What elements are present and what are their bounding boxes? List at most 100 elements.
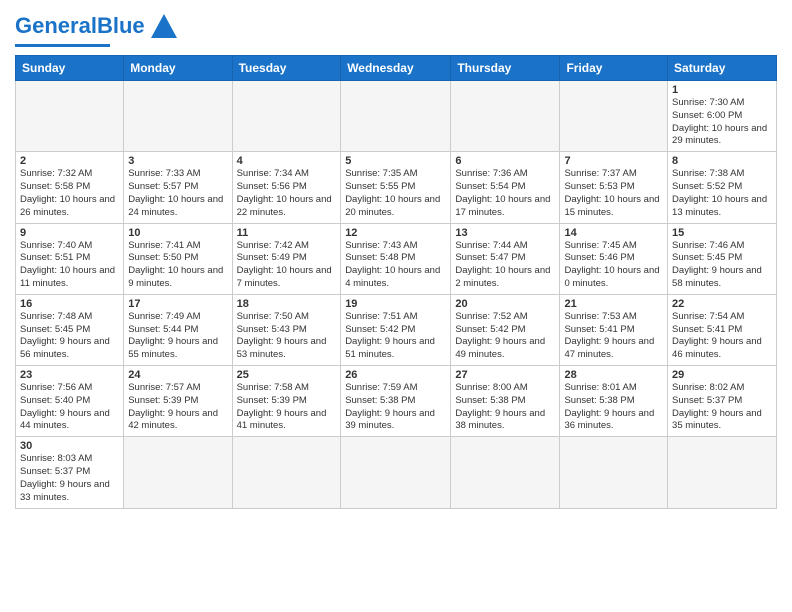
week-row-1: 2Sunrise: 7:32 AM Sunset: 5:58 PM Daylig… bbox=[16, 152, 777, 223]
day-number: 14 bbox=[564, 227, 663, 239]
day-info: Sunrise: 8:03 AM Sunset: 5:37 PM Dayligh… bbox=[20, 453, 119, 504]
day-cell: 15Sunrise: 7:46 AM Sunset: 5:45 PM Dayli… bbox=[668, 223, 777, 294]
day-info: Sunrise: 7:38 AM Sunset: 5:52 PM Dayligh… bbox=[672, 168, 772, 219]
day-info: Sunrise: 7:43 AM Sunset: 5:48 PM Dayligh… bbox=[345, 240, 446, 291]
weekday-thursday: Thursday bbox=[451, 56, 560, 81]
weekday-wednesday: Wednesday bbox=[341, 56, 451, 81]
day-number: 26 bbox=[345, 369, 446, 381]
day-info: Sunrise: 7:53 AM Sunset: 5:41 PM Dayligh… bbox=[564, 311, 663, 362]
day-info: Sunrise: 7:58 AM Sunset: 5:39 PM Dayligh… bbox=[237, 382, 337, 433]
day-info: Sunrise: 8:01 AM Sunset: 5:38 PM Dayligh… bbox=[564, 382, 663, 433]
logo-underline bbox=[15, 44, 110, 47]
day-cell: 2Sunrise: 7:32 AM Sunset: 5:58 PM Daylig… bbox=[16, 152, 124, 223]
day-number: 25 bbox=[237, 369, 337, 381]
day-number: 29 bbox=[672, 369, 772, 381]
day-number: 18 bbox=[237, 298, 337, 310]
logo-general: General bbox=[15, 13, 97, 38]
day-info: Sunrise: 7:33 AM Sunset: 5:57 PM Dayligh… bbox=[128, 168, 227, 219]
day-info: Sunrise: 7:32 AM Sunset: 5:58 PM Dayligh… bbox=[20, 168, 119, 219]
header: GeneralBlue bbox=[15, 10, 777, 47]
weekday-sunday: Sunday bbox=[16, 56, 124, 81]
logo-blue: Blue bbox=[97, 13, 145, 38]
day-cell: 18Sunrise: 7:50 AM Sunset: 5:43 PM Dayli… bbox=[232, 294, 341, 365]
calendar: SundayMondayTuesdayWednesdayThursdayFrid… bbox=[15, 55, 777, 509]
day-info: Sunrise: 7:48 AM Sunset: 5:45 PM Dayligh… bbox=[20, 311, 119, 362]
day-cell: 13Sunrise: 7:44 AM Sunset: 5:47 PM Dayli… bbox=[451, 223, 560, 294]
day-number: 6 bbox=[455, 155, 555, 167]
week-row-4: 23Sunrise: 7:56 AM Sunset: 5:40 PM Dayli… bbox=[16, 366, 777, 437]
day-cell: 28Sunrise: 8:01 AM Sunset: 5:38 PM Dayli… bbox=[560, 366, 668, 437]
weekday-friday: Friday bbox=[560, 56, 668, 81]
weekday-monday: Monday bbox=[124, 56, 232, 81]
day-number: 5 bbox=[345, 155, 446, 167]
day-cell bbox=[341, 81, 451, 152]
day-cell bbox=[124, 437, 232, 508]
day-cell: 7Sunrise: 7:37 AM Sunset: 5:53 PM Daylig… bbox=[560, 152, 668, 223]
day-cell: 8Sunrise: 7:38 AM Sunset: 5:52 PM Daylig… bbox=[668, 152, 777, 223]
page: GeneralBlue SundayMondayTuesdayWednesday… bbox=[0, 0, 792, 612]
day-cell: 1Sunrise: 7:30 AM Sunset: 6:00 PM Daylig… bbox=[668, 81, 777, 152]
day-info: Sunrise: 7:41 AM Sunset: 5:50 PM Dayligh… bbox=[128, 240, 227, 291]
day-info: Sunrise: 8:00 AM Sunset: 5:38 PM Dayligh… bbox=[455, 382, 555, 433]
day-cell: 30Sunrise: 8:03 AM Sunset: 5:37 PM Dayli… bbox=[16, 437, 124, 508]
day-number: 27 bbox=[455, 369, 555, 381]
day-cell bbox=[341, 437, 451, 508]
day-number: 15 bbox=[672, 227, 772, 239]
day-cell: 19Sunrise: 7:51 AM Sunset: 5:42 PM Dayli… bbox=[341, 294, 451, 365]
day-info: Sunrise: 7:40 AM Sunset: 5:51 PM Dayligh… bbox=[20, 240, 119, 291]
day-number: 30 bbox=[20, 440, 119, 452]
day-cell: 21Sunrise: 7:53 AM Sunset: 5:41 PM Dayli… bbox=[560, 294, 668, 365]
day-number: 8 bbox=[672, 155, 772, 167]
day-info: Sunrise: 7:35 AM Sunset: 5:55 PM Dayligh… bbox=[345, 168, 446, 219]
day-number: 24 bbox=[128, 369, 227, 381]
day-info: Sunrise: 7:52 AM Sunset: 5:42 PM Dayligh… bbox=[455, 311, 555, 362]
day-cell: 23Sunrise: 7:56 AM Sunset: 5:40 PM Dayli… bbox=[16, 366, 124, 437]
day-info: Sunrise: 7:59 AM Sunset: 5:38 PM Dayligh… bbox=[345, 382, 446, 433]
day-number: 9 bbox=[20, 227, 119, 239]
day-number: 21 bbox=[564, 298, 663, 310]
day-cell bbox=[560, 81, 668, 152]
logo-text: GeneralBlue bbox=[15, 15, 145, 37]
day-cell bbox=[124, 81, 232, 152]
day-number: 28 bbox=[564, 369, 663, 381]
day-cell: 29Sunrise: 8:02 AM Sunset: 5:37 PM Dayli… bbox=[668, 366, 777, 437]
day-number: 11 bbox=[237, 227, 337, 239]
day-cell: 16Sunrise: 7:48 AM Sunset: 5:45 PM Dayli… bbox=[16, 294, 124, 365]
day-info: Sunrise: 8:02 AM Sunset: 5:37 PM Dayligh… bbox=[672, 382, 772, 433]
day-info: Sunrise: 7:50 AM Sunset: 5:43 PM Dayligh… bbox=[237, 311, 337, 362]
day-cell: 9Sunrise: 7:40 AM Sunset: 5:51 PM Daylig… bbox=[16, 223, 124, 294]
day-info: Sunrise: 7:54 AM Sunset: 5:41 PM Dayligh… bbox=[672, 311, 772, 362]
week-row-2: 9Sunrise: 7:40 AM Sunset: 5:51 PM Daylig… bbox=[16, 223, 777, 294]
day-cell bbox=[668, 437, 777, 508]
day-cell: 10Sunrise: 7:41 AM Sunset: 5:50 PM Dayli… bbox=[124, 223, 232, 294]
day-cell bbox=[451, 437, 560, 508]
day-info: Sunrise: 7:44 AM Sunset: 5:47 PM Dayligh… bbox=[455, 240, 555, 291]
day-info: Sunrise: 7:34 AM Sunset: 5:56 PM Dayligh… bbox=[237, 168, 337, 219]
day-info: Sunrise: 7:45 AM Sunset: 5:46 PM Dayligh… bbox=[564, 240, 663, 291]
day-cell: 3Sunrise: 7:33 AM Sunset: 5:57 PM Daylig… bbox=[124, 152, 232, 223]
weekday-saturday: Saturday bbox=[668, 56, 777, 81]
day-cell: 24Sunrise: 7:57 AM Sunset: 5:39 PM Dayli… bbox=[124, 366, 232, 437]
weekday-tuesday: Tuesday bbox=[232, 56, 341, 81]
day-info: Sunrise: 7:57 AM Sunset: 5:39 PM Dayligh… bbox=[128, 382, 227, 433]
day-number: 4 bbox=[237, 155, 337, 167]
day-number: 17 bbox=[128, 298, 227, 310]
day-info: Sunrise: 7:37 AM Sunset: 5:53 PM Dayligh… bbox=[564, 168, 663, 219]
weekday-header-row: SundayMondayTuesdayWednesdayThursdayFrid… bbox=[16, 56, 777, 81]
day-number: 20 bbox=[455, 298, 555, 310]
day-info: Sunrise: 7:51 AM Sunset: 5:42 PM Dayligh… bbox=[345, 311, 446, 362]
day-cell: 14Sunrise: 7:45 AM Sunset: 5:46 PM Dayli… bbox=[560, 223, 668, 294]
day-cell: 11Sunrise: 7:42 AM Sunset: 5:49 PM Dayli… bbox=[232, 223, 341, 294]
day-info: Sunrise: 7:56 AM Sunset: 5:40 PM Dayligh… bbox=[20, 382, 119, 433]
day-cell: 12Sunrise: 7:43 AM Sunset: 5:48 PM Dayli… bbox=[341, 223, 451, 294]
day-number: 19 bbox=[345, 298, 446, 310]
day-cell: 5Sunrise: 7:35 AM Sunset: 5:55 PM Daylig… bbox=[341, 152, 451, 223]
day-cell: 27Sunrise: 8:00 AM Sunset: 5:38 PM Dayli… bbox=[451, 366, 560, 437]
day-number: 22 bbox=[672, 298, 772, 310]
day-number: 23 bbox=[20, 369, 119, 381]
day-number: 3 bbox=[128, 155, 227, 167]
day-info: Sunrise: 7:46 AM Sunset: 5:45 PM Dayligh… bbox=[672, 240, 772, 291]
day-cell bbox=[16, 81, 124, 152]
day-cell: 25Sunrise: 7:58 AM Sunset: 5:39 PM Dayli… bbox=[232, 366, 341, 437]
day-cell: 4Sunrise: 7:34 AM Sunset: 5:56 PM Daylig… bbox=[232, 152, 341, 223]
